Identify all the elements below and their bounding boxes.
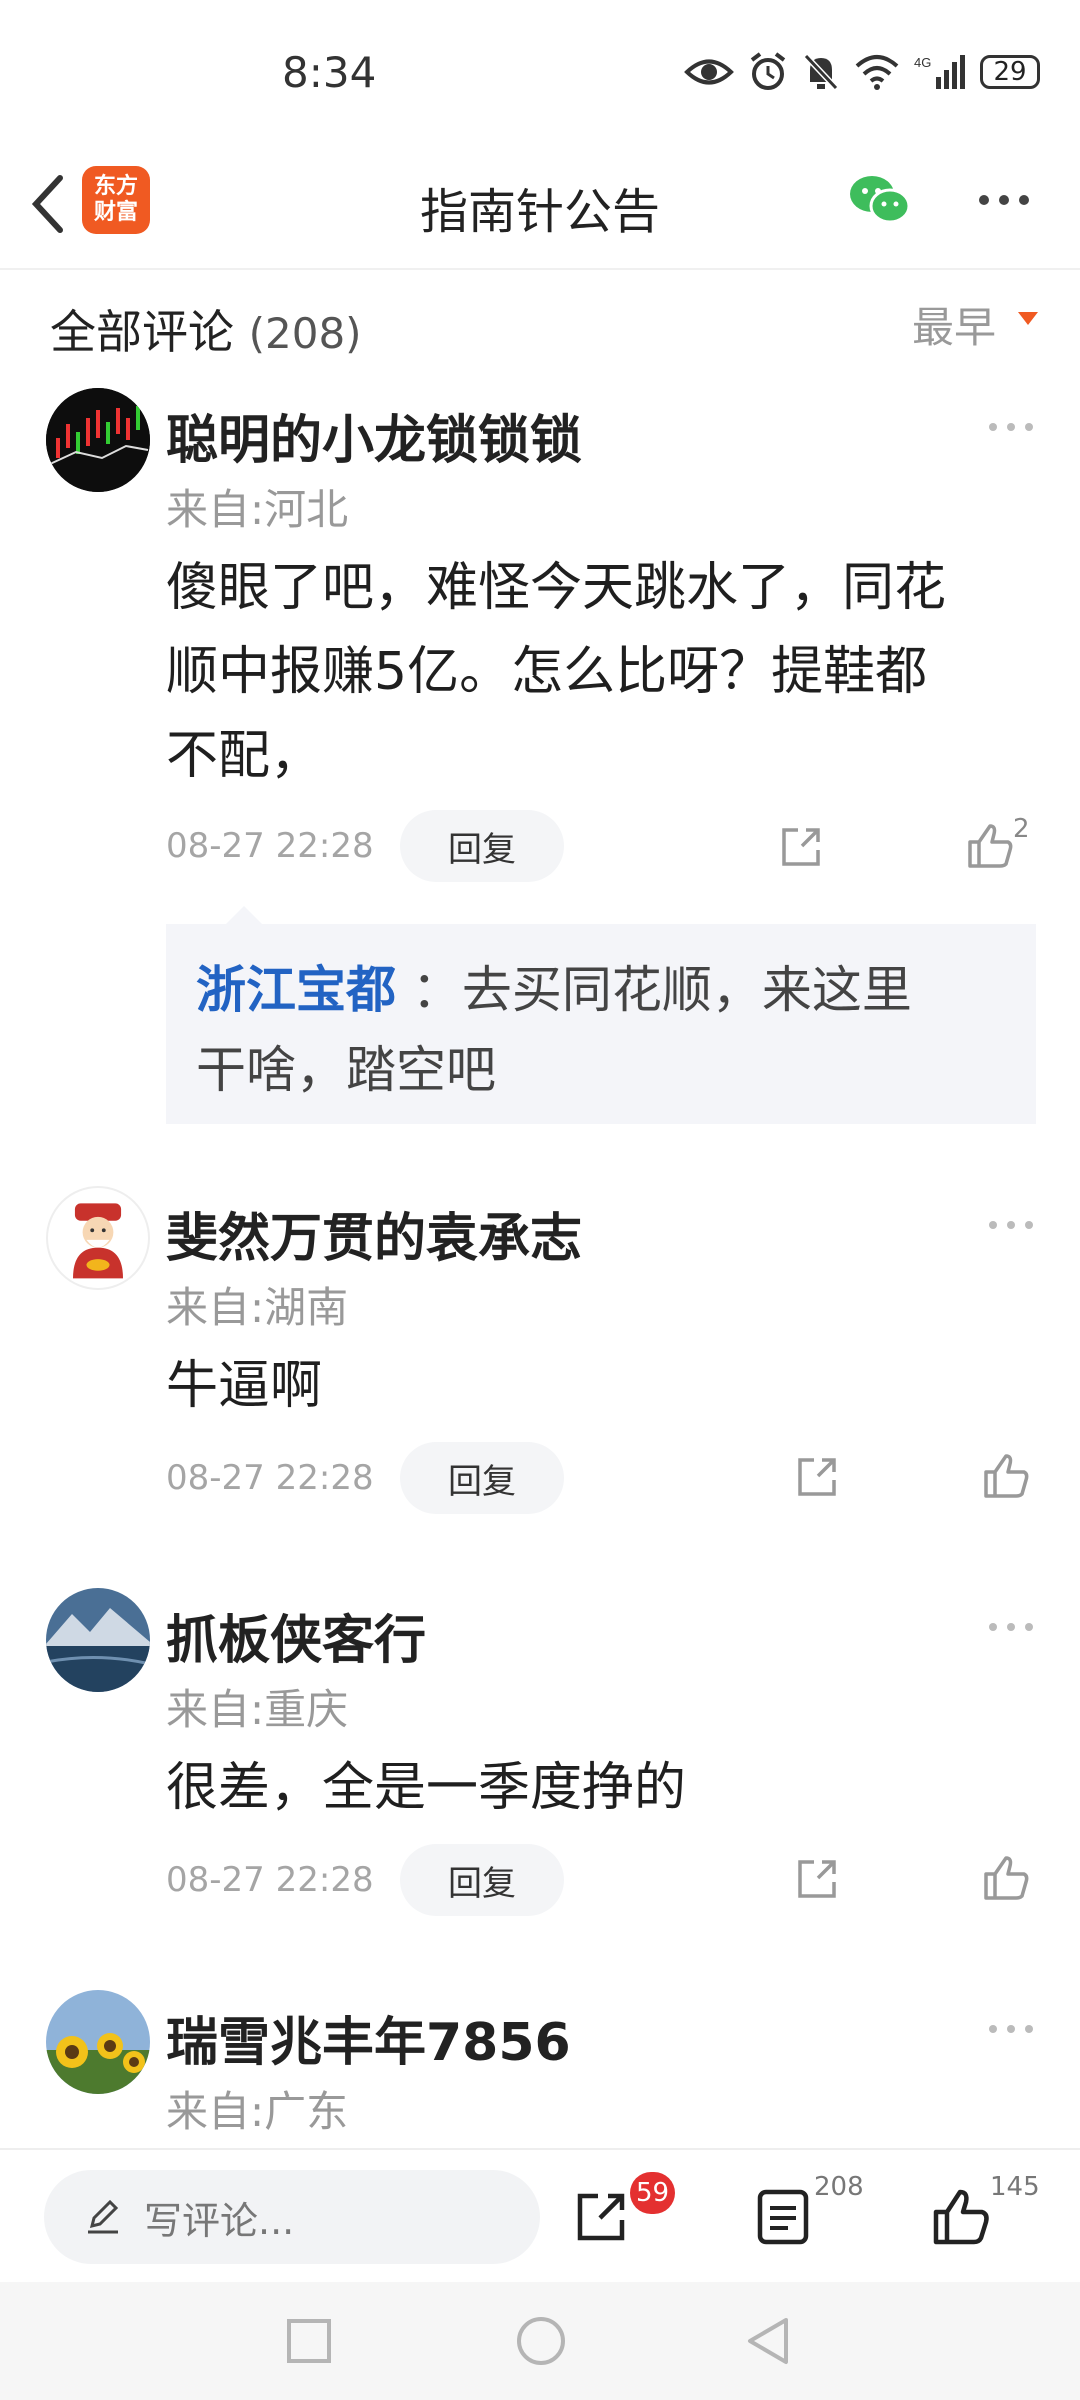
sort-caret-icon[interactable] <box>1018 312 1038 325</box>
like-count: 2 <box>1013 814 1030 844</box>
like-icon[interactable] <box>982 1452 1032 1500</box>
comment-time: 08-27 22:28 <box>166 1458 374 1498</box>
subreply-pointer <box>226 906 262 924</box>
stock-chart-avatar-icon <box>46 388 150 492</box>
alarm-icon <box>750 52 786 90</box>
lake-mountain-avatar-icon <box>46 1588 150 1692</box>
avatar[interactable] <box>46 388 150 492</box>
like-icon[interactable] <box>966 822 1016 870</box>
like-total-count: 145 <box>990 2172 1040 2202</box>
status-time: 8:34 <box>282 48 377 97</box>
like-icon[interactable] <box>932 2188 992 2246</box>
comment-content: 傻眼了吧，难怪今天跳水了，同花 顺中报赚5亿。怎么比呀？提鞋都 不配， <box>166 558 947 786</box>
more-icon[interactable] <box>976 192 1032 208</box>
back-nav-icon[interactable] <box>744 2316 792 2366</box>
share-icon[interactable] <box>572 2188 630 2246</box>
subreply-box[interactable]: 浙江宝都 ：去买同花顺，来这里 干啥，踏空吧 <box>166 924 1036 1124</box>
comments-icon[interactable] <box>756 2188 810 2246</box>
comment-username[interactable]: 抓板侠客行 <box>166 1598 426 1673</box>
fortune-god-avatar-icon <box>73 1203 123 1279</box>
sunflower-avatar-icon <box>46 1990 150 2094</box>
subreply-text-cont: 干啥，踏空吧 <box>196 1041 496 1099</box>
comment-location: 来自:重庆 <box>166 1685 349 1734</box>
comment-more-icon[interactable] <box>988 2024 1034 2034</box>
comment-username[interactable]: 斐然万贯的袁承志 <box>166 1196 582 1271</box>
comment-username[interactable]: 瑞雪兆丰年7856 <box>166 2000 571 2075</box>
comment-input-placeholder: 写评论... <box>144 2198 295 2243</box>
avatar[interactable] <box>46 1186 150 1290</box>
comment-count: 208 <box>814 2172 864 2202</box>
comment-more-icon[interactable] <box>988 1220 1034 1230</box>
comment-time: 08-27 22:28 <box>166 1860 374 1900</box>
top-header: 东方 财富 指南针公告 <box>0 140 1080 270</box>
eye-icon <box>684 59 734 85</box>
sort-dropdown[interactable]: 最早 <box>912 294 996 355</box>
share-icon[interactable] <box>778 824 824 870</box>
comment-location: 来自:湖南 <box>166 1283 349 1332</box>
comments-count: (208) <box>248 309 362 358</box>
comment-more-icon[interactable] <box>988 1622 1034 1632</box>
mute-bell-icon <box>803 53 839 91</box>
comment-location: 来自:广东 <box>166 2087 349 2136</box>
subreply-text: ：去买同花顺，来这里 <box>411 961 912 1019</box>
system-nav-bar <box>0 2282 1080 2400</box>
network-type: 4G <box>914 55 931 70</box>
avatar[interactable] <box>46 1990 150 2094</box>
recent-apps-icon[interactable] <box>286 2318 332 2364</box>
page-title: 指南针公告 <box>419 184 660 240</box>
pencil-icon <box>88 2199 119 2234</box>
wifi-icon <box>855 55 899 90</box>
share-badge: 59 <box>630 2172 676 2214</box>
comment-time: 08-27 22:28 <box>166 826 374 866</box>
wechat-icon[interactable] <box>848 174 910 226</box>
reply-button[interactable]: 回复 <box>400 810 564 882</box>
comment-content: 牛逼啊 <box>166 1356 323 1416</box>
comment-content: 很差，全是一季度挣的 <box>166 1758 687 1818</box>
comment-input[interactable]: 写评论... <box>44 2170 540 2264</box>
share-icon[interactable] <box>794 1856 840 1902</box>
like-icon[interactable] <box>982 1854 1032 1902</box>
comments-section-title: 全部评论 (208) <box>50 305 362 359</box>
avatar[interactable] <box>46 1588 150 1692</box>
status-icons: 4G 29 <box>684 52 1040 92</box>
reply-button[interactable]: 回复 <box>400 1442 564 1514</box>
reply-button[interactable]: 回复 <box>400 1844 564 1916</box>
home-icon[interactable] <box>516 2316 566 2366</box>
battery-icon: 29 <box>980 55 1040 89</box>
comment-username[interactable]: 聪明的小龙锁锁锁 <box>166 398 582 473</box>
bottom-action-bar: 写评论... 59 208 145 <box>0 2148 1080 2282</box>
share-icon[interactable] <box>794 1454 840 1500</box>
signal-icon: 4G <box>914 55 965 89</box>
subreply-author[interactable]: 浙江宝都 <box>196 961 396 1019</box>
comment-more-icon[interactable] <box>988 422 1034 432</box>
comment-location: 来自:河北 <box>166 485 349 534</box>
